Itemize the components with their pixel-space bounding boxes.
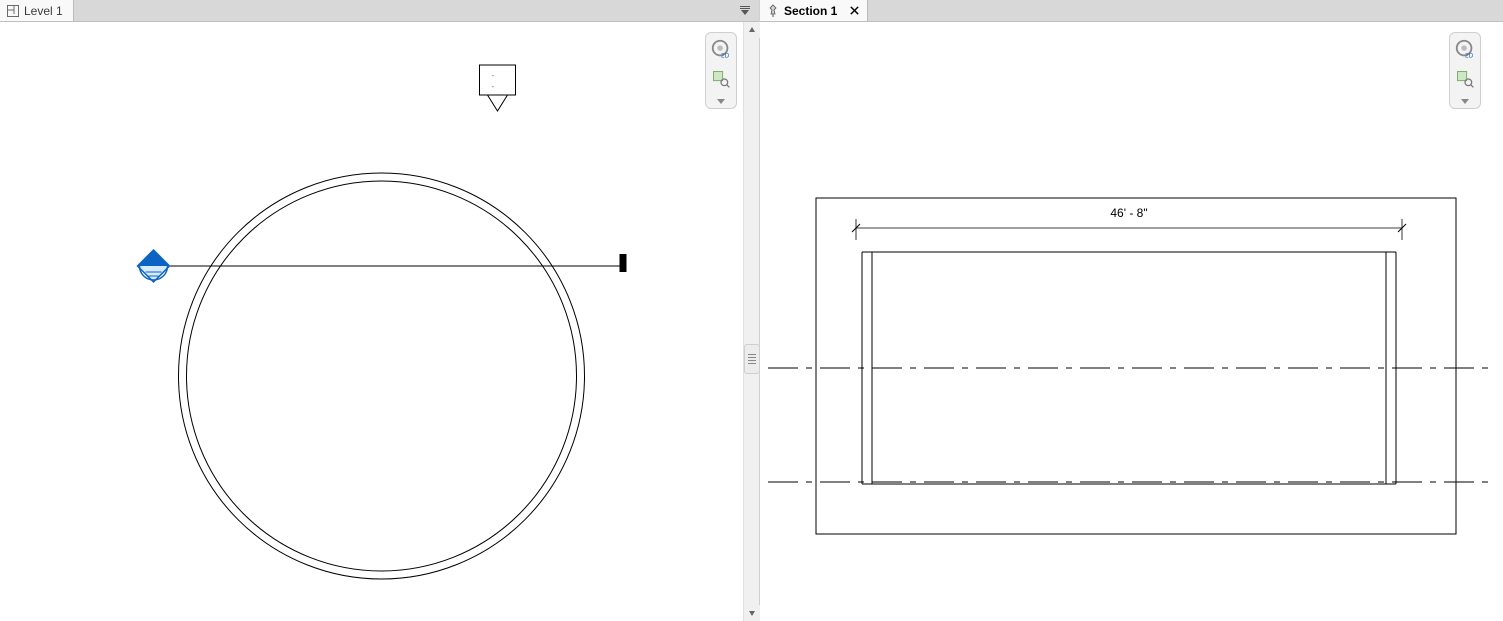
chevron-down-icon[interactable] [1461,99,1469,104]
navigation-bar: 2D [705,32,737,109]
floorplan-icon [6,4,20,18]
left-tab-strip: Level 1 [0,0,759,22]
svg-text:-: - [492,82,495,91]
overflow-line-icon [740,6,750,7]
scroll-up-button[interactable] [744,22,760,38]
svg-text:-: - [492,71,495,80]
steering-wheel-button[interactable]: 2D [709,37,733,61]
left-canvas[interactable]: - - 2D [0,22,759,621]
tab-level-1[interactable]: Level 1 [0,0,74,21]
nav-mode-label: 2D [721,52,730,59]
left-vertical-scrollbar[interactable] [743,22,759,621]
zoom-region-button[interactable] [1453,67,1477,91]
tab-overflow-button[interactable] [737,2,753,18]
left-view-pane: Level 1 [0,0,760,621]
plan-drawing: - - [0,22,759,621]
section-drawing: 46' - 8" [760,22,1503,621]
svg-text:2D: 2D [1465,52,1474,59]
section-head-marker [138,250,170,282]
right-tab-strip: Section 1 [760,0,1503,22]
tab-section-1[interactable]: Section 1 [760,0,868,21]
overflow-line-icon [740,8,750,9]
marker-symbol: - - [480,65,516,111]
workspace: Level 1 [0,0,1503,621]
zoom-region-button[interactable] [709,67,733,91]
right-view-pane: Section 1 [760,0,1503,621]
tab-label: Section 1 [784,4,837,18]
dimension: 46' - 8" [852,206,1406,240]
navigation-bar: 2D [1449,32,1481,109]
close-icon[interactable] [847,4,861,18]
pin-icon [766,4,780,18]
chevron-down-icon[interactable] [717,99,725,104]
right-canvas[interactable]: 46' - 8" 2D [760,22,1503,621]
dimension-text: 46' - 8" [1110,206,1147,220]
chevron-down-icon [741,10,749,15]
scroll-down-button[interactable] [744,605,760,621]
steering-wheel-button[interactable]: 2D [1453,37,1477,61]
tab-label: Level 1 [24,4,63,18]
splitter-handle[interactable] [744,344,760,374]
